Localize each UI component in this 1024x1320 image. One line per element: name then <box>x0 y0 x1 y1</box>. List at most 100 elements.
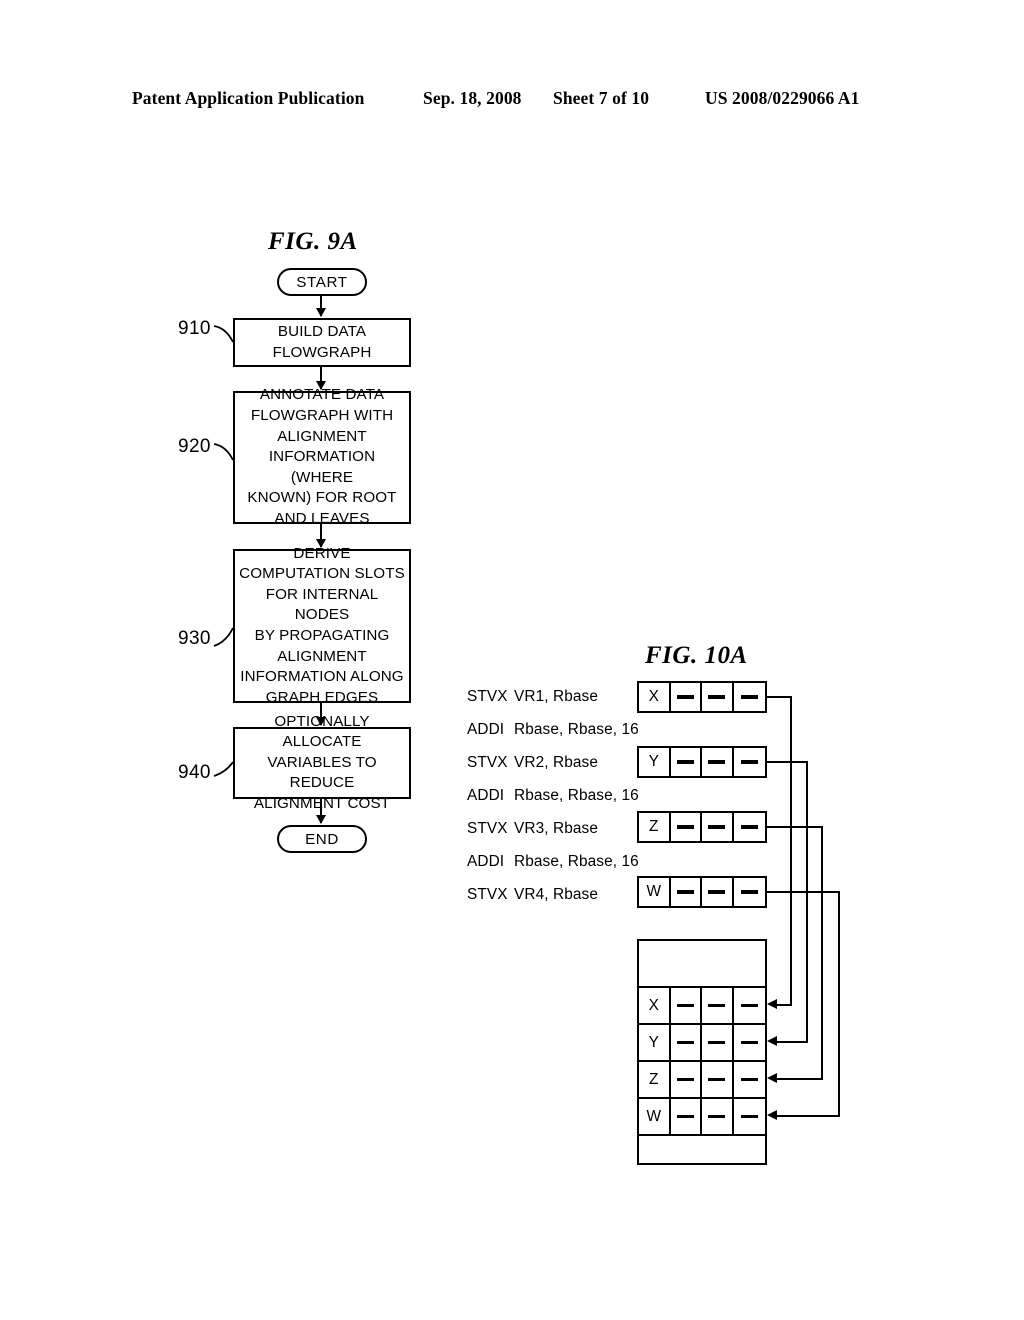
dash-glyph <box>708 825 726 829</box>
register-cell-empty <box>702 813 734 841</box>
wire-y-in <box>776 1041 808 1043</box>
register-cell-empty <box>671 878 703 906</box>
flow-step-930-box: DERIVE COMPUTATION SLOTS FOR INTERNAL NO… <box>233 545 411 706</box>
dash-glyph <box>676 1114 694 1119</box>
register-vector-y: Y <box>637 746 767 778</box>
flow-step-920-text: ANNOTATE DATA FLOWGRAPH WITH ALIGNMENT I… <box>247 386 397 527</box>
memory-cell-empty <box>734 988 765 1023</box>
register-cell-empty <box>702 683 734 711</box>
register-cell-label: Z <box>639 813 671 841</box>
dash-glyph <box>676 695 694 699</box>
figure-9a-title: FIG. 9A <box>268 228 358 255</box>
ref-number-910: 910 <box>178 318 211 339</box>
wire-w-in <box>776 1115 840 1117</box>
dash-glyph <box>676 1003 694 1008</box>
dash-glyph <box>708 760 726 764</box>
register-cell-empty <box>734 813 765 841</box>
memory-cell-empty <box>702 988 734 1023</box>
instruction-operand: VR4, Rbase <box>514 886 598 903</box>
dash-glyph <box>708 1040 726 1045</box>
wire-z-in <box>776 1078 823 1080</box>
instruction-operand: VR3, Rbase <box>514 820 598 837</box>
wire-z-down <box>821 826 823 1079</box>
dash-glyph <box>676 890 694 894</box>
register-vector-x: X <box>637 681 767 713</box>
ref-number-920: 920 <box>178 436 211 457</box>
dash-glyph <box>740 825 758 829</box>
dash-glyph <box>740 695 758 699</box>
memory-cell-label: Z <box>639 1062 671 1097</box>
register-cell-empty <box>702 878 734 906</box>
ref-leader-930 <box>213 627 234 647</box>
flow-step-920-box: ANNOTATE DATA FLOWGRAPH WITH ALIGNMENT I… <box>233 386 411 527</box>
memory-cell-label: Y <box>639 1025 671 1060</box>
register-cell-empty <box>702 748 734 776</box>
instruction-opcode: STVX <box>467 688 508 705</box>
dash-glyph <box>676 760 694 764</box>
instruction-opcode: ADDI <box>467 853 505 870</box>
memory-cell-empty <box>702 1062 734 1097</box>
ref-number-940: 940 <box>178 762 211 783</box>
wire-z-arrowhead <box>767 1073 777 1083</box>
dash-glyph <box>740 1114 758 1119</box>
dash-glyph <box>740 760 758 764</box>
memory-cell-empty <box>671 1099 703 1134</box>
wire-w-down <box>838 891 840 1116</box>
wire-y-arrowhead <box>767 1036 777 1046</box>
dash-glyph <box>708 695 726 699</box>
dash-glyph <box>740 1077 758 1082</box>
instruction-operand: Rbase, Rbase, 16 <box>514 787 639 804</box>
header-publication: Patent Application Publication <box>132 88 365 108</box>
dash-glyph <box>676 825 694 829</box>
instruction-operand: Rbase, Rbase, 16 <box>514 853 639 870</box>
instruction-opcode: STVX <box>467 754 508 771</box>
ref-number-930: 930 <box>178 628 211 649</box>
memory-row-empty-top <box>639 941 765 988</box>
memory-grid: X Y Z W <box>637 939 767 1165</box>
instruction-opcode: STVX <box>467 820 508 837</box>
ref-leader-910 <box>213 325 234 343</box>
memory-cell-empty <box>671 1062 703 1097</box>
register-cell-label: X <box>639 683 671 711</box>
dash-glyph <box>676 1077 694 1082</box>
instruction-opcode: ADDI <box>467 721 505 738</box>
header-sheet: Sheet 7 of 10 <box>553 88 650 108</box>
ref-leader-920 <box>213 443 234 461</box>
memory-cell-empty <box>671 988 703 1023</box>
memory-cell-empty <box>734 1099 765 1134</box>
dash-glyph <box>740 1040 758 1045</box>
register-cell-label: Y <box>639 748 671 776</box>
memory-cell-empty <box>671 1025 703 1060</box>
wire-z-out <box>767 826 823 828</box>
patent-drawing-page: Patent Application Publication Sep. 18, … <box>0 0 1024 1320</box>
dash-glyph <box>740 1003 758 1008</box>
memory-cell-empty <box>702 1025 734 1060</box>
instruction-operand: VR2, Rbase <box>514 754 598 771</box>
instruction-opcode: ADDI <box>467 787 505 804</box>
flow-step-930-text: DERIVE COMPUTATION SLOTS FOR INTERNAL NO… <box>239 544 405 706</box>
figure-10a-title: FIG. 10A <box>645 642 748 669</box>
connector-start-to-910 <box>320 296 323 316</box>
wire-w-arrowhead <box>767 1110 777 1120</box>
instruction-operand: Rbase, Rbase, 16 <box>514 721 639 738</box>
dash-glyph <box>708 890 726 894</box>
register-cell-empty <box>734 748 765 776</box>
register-cell-empty <box>671 748 703 776</box>
dash-glyph <box>708 1077 726 1082</box>
connector-940-to-end <box>320 799 323 823</box>
flow-start-label: START <box>296 273 348 291</box>
wire-w-out <box>767 891 840 893</box>
dash-glyph <box>676 1040 694 1045</box>
dash-glyph <box>708 1003 726 1008</box>
memory-row-x: X <box>639 988 765 1025</box>
wire-x-in <box>776 1004 792 1006</box>
flow-start-terminator: START <box>277 268 367 296</box>
header-patent-number: US 2008/0229066 A1 <box>705 88 860 108</box>
header-date: Sep. 18, 2008 <box>423 88 522 108</box>
register-cell-empty <box>734 683 765 711</box>
memory-cell-label: X <box>639 988 671 1023</box>
flow-step-910-box: BUILD DATA FLOWGRAPH <box>233 318 411 367</box>
memory-cell-empty <box>734 1062 765 1097</box>
wire-y-out <box>767 761 808 763</box>
memory-row-z: Z <box>639 1062 765 1099</box>
